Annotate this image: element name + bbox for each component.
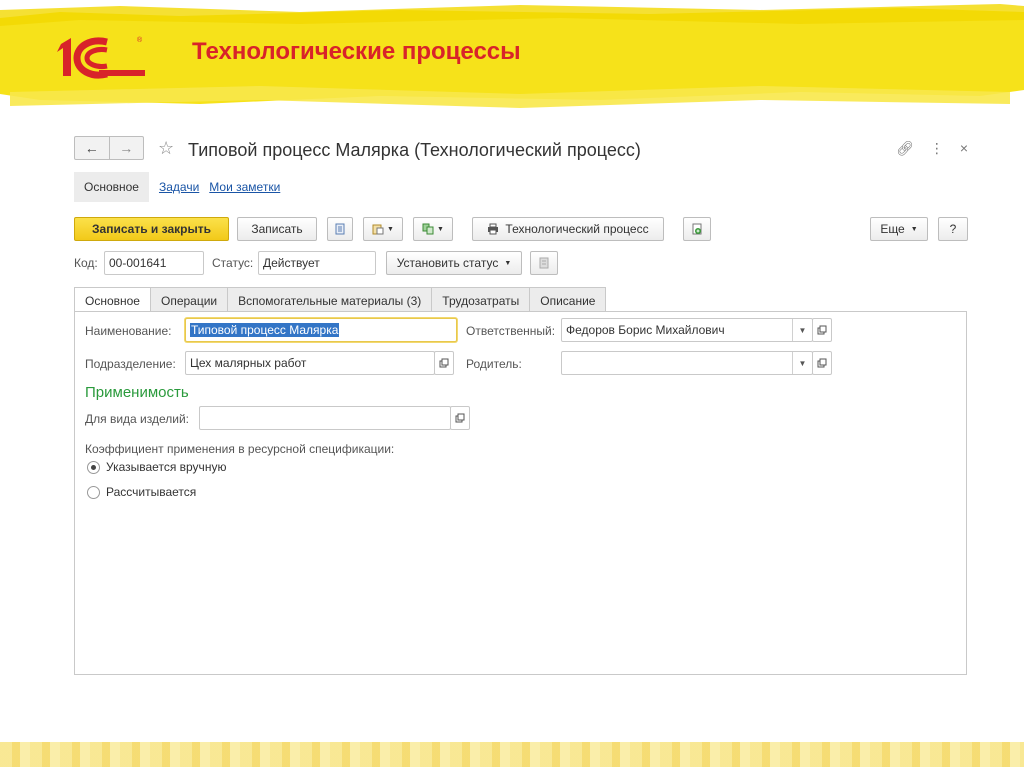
open-icon[interactable] [434, 351, 454, 375]
radio-manual[interactable]: Указывается вручную [87, 460, 226, 474]
more-vertical-icon[interactable]: ⋮ [930, 140, 944, 157]
parent-field[interactable]: ▼ [561, 351, 813, 375]
print-process-button[interactable]: Технологический процесс [472, 217, 664, 241]
close-icon[interactable]: × [960, 140, 968, 157]
document-window: ← → ☆ Типовой процесс Малярка (Технологи… [66, 130, 976, 690]
chevron-down-icon: ▼ [387, 225, 394, 233]
create-based-on-button[interactable]: ▼ [363, 217, 403, 241]
help-button[interactable]: ? [938, 217, 968, 241]
slide-title: Технологические процессы [192, 38, 521, 65]
form-tabs: Основное Операции Вспомогательные матери… [74, 287, 607, 313]
code-field[interactable]: 00-001641 [104, 251, 204, 275]
tab-main-content: Наименование: Типовой процесс Малярка От… [74, 311, 967, 675]
star-icon[interactable]: ☆ [158, 138, 174, 159]
window-controls: 🔗︎ ⋮ × [896, 140, 968, 157]
division-label: Подразделение: [85, 357, 176, 371]
save-button[interactable]: Записать [237, 217, 317, 241]
navigation-buttons: ← → [74, 136, 144, 160]
link-icon[interactable]: 🔗︎ [896, 140, 914, 157]
form-subnav: Основное Задачи Мои заметки [74, 172, 280, 202]
attach-file-button[interactable] [683, 217, 711, 241]
bottom-decoration [0, 742, 1024, 767]
more-actions-button[interactable]: Еще ▼ [870, 217, 928, 241]
clipboard-icon [372, 224, 384, 235]
more-actions-label: Еще [880, 222, 905, 236]
division-field[interactable]: Цех малярных работ [185, 351, 435, 375]
chevron-down-icon: ▼ [504, 259, 512, 267]
document-list-button[interactable] [327, 217, 353, 241]
add-document-icon [692, 223, 702, 235]
arrow-right-icon[interactable]: → [108, 137, 144, 159]
chevron-down-icon: ▼ [910, 225, 918, 233]
name-field[interactable]: Типовой процесс Малярка [185, 318, 457, 342]
related-docs-icon [422, 223, 434, 235]
radio-button[interactable] [87, 485, 100, 499]
document-gray-icon [539, 257, 549, 269]
name-label: Наименование: [85, 324, 172, 338]
chevron-down-icon: ▼ [437, 225, 444, 233]
name-field-value: Типовой процесс Малярка [190, 323, 340, 337]
radio-calculated[interactable]: Рассчитывается [87, 485, 196, 499]
save-and-close-button[interactable]: Записать и закрыть [74, 217, 229, 241]
product-kind-label: Для вида изделий: [85, 412, 190, 426]
arrow-left-icon[interactable]: ← [75, 137, 109, 159]
subnav-main[interactable]: Основное [74, 172, 149, 202]
status-history-button[interactable] [530, 251, 558, 275]
radio-calculated-label: Рассчитывается [106, 485, 197, 499]
print-process-label: Технологический процесс [505, 222, 649, 236]
tab-description[interactable]: Описание [529, 287, 607, 312]
subnav-notes[interactable]: Мои заметки [209, 180, 280, 194]
header-fields: Код: 00-001641 Статус: Действует Установ… [74, 251, 968, 275]
radio-button-selected[interactable] [87, 460, 100, 474]
subnav-tasks[interactable]: Задачи [159, 180, 199, 194]
responsible-value: Федоров Борис Михайлович [566, 323, 725, 337]
tab-operations[interactable]: Операции [149, 287, 229, 312]
open-icon[interactable] [812, 351, 832, 375]
code-label: Код: [74, 256, 98, 270]
status-label: Статус: [212, 256, 254, 270]
tab-main[interactable]: Основное [74, 287, 151, 313]
open-icon[interactable] [450, 406, 470, 430]
document-list-icon [335, 223, 345, 235]
status-field[interactable]: Действует [258, 251, 376, 275]
responsible-label: Ответственный: [466, 324, 556, 338]
coefficient-label: Коэффициент применения в ресурсной специ… [85, 442, 395, 456]
open-icon[interactable] [812, 318, 832, 342]
tab-aux-materials[interactable]: Вспомогательные материалы (3) [227, 287, 433, 312]
set-status-button[interactable]: Установить статус ▼ [386, 251, 522, 275]
1c-logo: ® [57, 36, 145, 79]
applicability-section-title: Применимость [85, 384, 189, 401]
parent-label: Родитель: [466, 357, 522, 371]
responsible-field[interactable]: Федоров Борис Михайлович ▼ [561, 318, 813, 342]
chevron-down-icon[interactable]: ▼ [792, 352, 812, 374]
related-documents-button[interactable]: ▼ [413, 217, 453, 241]
radio-manual-label: Указывается вручную [106, 460, 227, 474]
tab-labor[interactable]: Трудозатраты [431, 287, 531, 312]
svg-text:®: ® [137, 36, 143, 44]
set-status-label: Установить статус [396, 256, 499, 270]
command-bar: Записать и закрыть Записать ▼ ▼ Технолог… [74, 217, 968, 241]
printer-icon [488, 223, 499, 235]
chevron-down-icon[interactable]: ▼ [792, 319, 812, 341]
product-kind-field[interactable] [199, 406, 451, 430]
form-title: Типовой процесс Малярка (Технологический… [188, 140, 641, 160]
